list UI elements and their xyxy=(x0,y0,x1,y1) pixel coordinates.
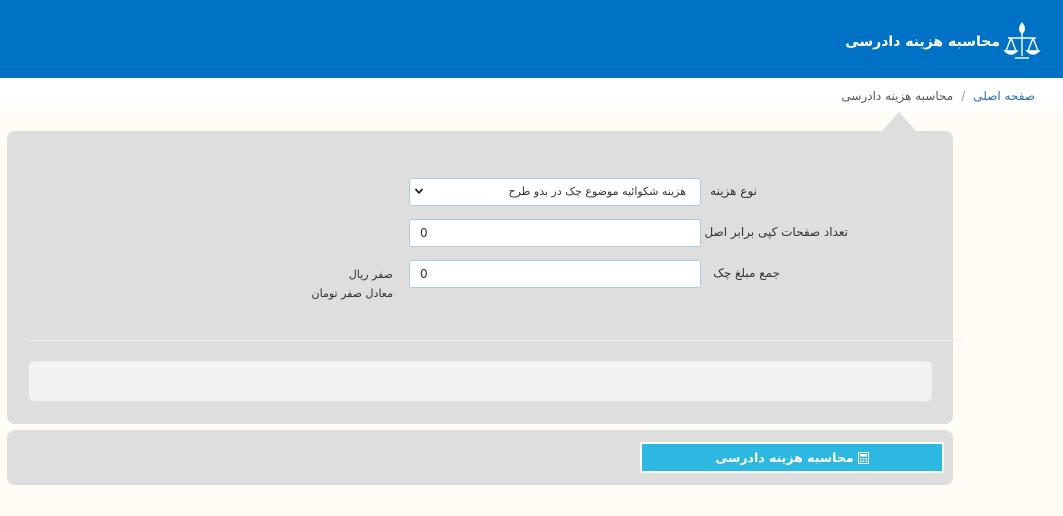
breadcrumb-current: محاسبه هزینه دادرسی xyxy=(841,89,954,103)
result-box xyxy=(29,361,932,401)
calculate-button[interactable]: محاسبه هزینه دادرسی xyxy=(640,442,944,473)
chevron-down-icon xyxy=(414,188,424,195)
copy-pages-input[interactable] xyxy=(409,219,701,247)
calculate-button-label: محاسبه هزینه دادرسی xyxy=(715,450,854,465)
amount-rial-text: صفر ریال xyxy=(348,268,393,281)
cost-type-select[interactable]: هزینه شکوائیه موضوع چک در بدو طرح xyxy=(409,178,701,206)
check-amount-input[interactable] xyxy=(409,260,701,288)
calculator-icon xyxy=(857,452,869,464)
cost-type-label: نوع هزینه xyxy=(710,184,757,198)
breadcrumb-home-link[interactable]: صفحه اصلی xyxy=(973,89,1035,103)
check-amount-label: جمع مبلغ چک xyxy=(713,266,780,280)
amount-toman-text: معادل صفر تومان xyxy=(311,287,393,300)
copy-pages-label: تعداد صفحات کپی برابر اصل xyxy=(704,225,848,239)
breadcrumb: صفحه اصلی / محاسبه هزینه دادرسی xyxy=(0,78,1063,110)
cost-type-selected: هزینه شکوائیه موضوع چک در بدو طرح xyxy=(508,185,686,198)
form-divider xyxy=(27,340,962,341)
breadcrumb-separator: / xyxy=(961,89,966,103)
app-title: محاسبه هزینه دادرسی xyxy=(845,34,1000,50)
scales-of-justice-emblem-icon xyxy=(1003,22,1041,59)
header-bar: محاسبه هزینه دادرسی xyxy=(0,0,1063,78)
panel-pointer xyxy=(881,112,917,132)
